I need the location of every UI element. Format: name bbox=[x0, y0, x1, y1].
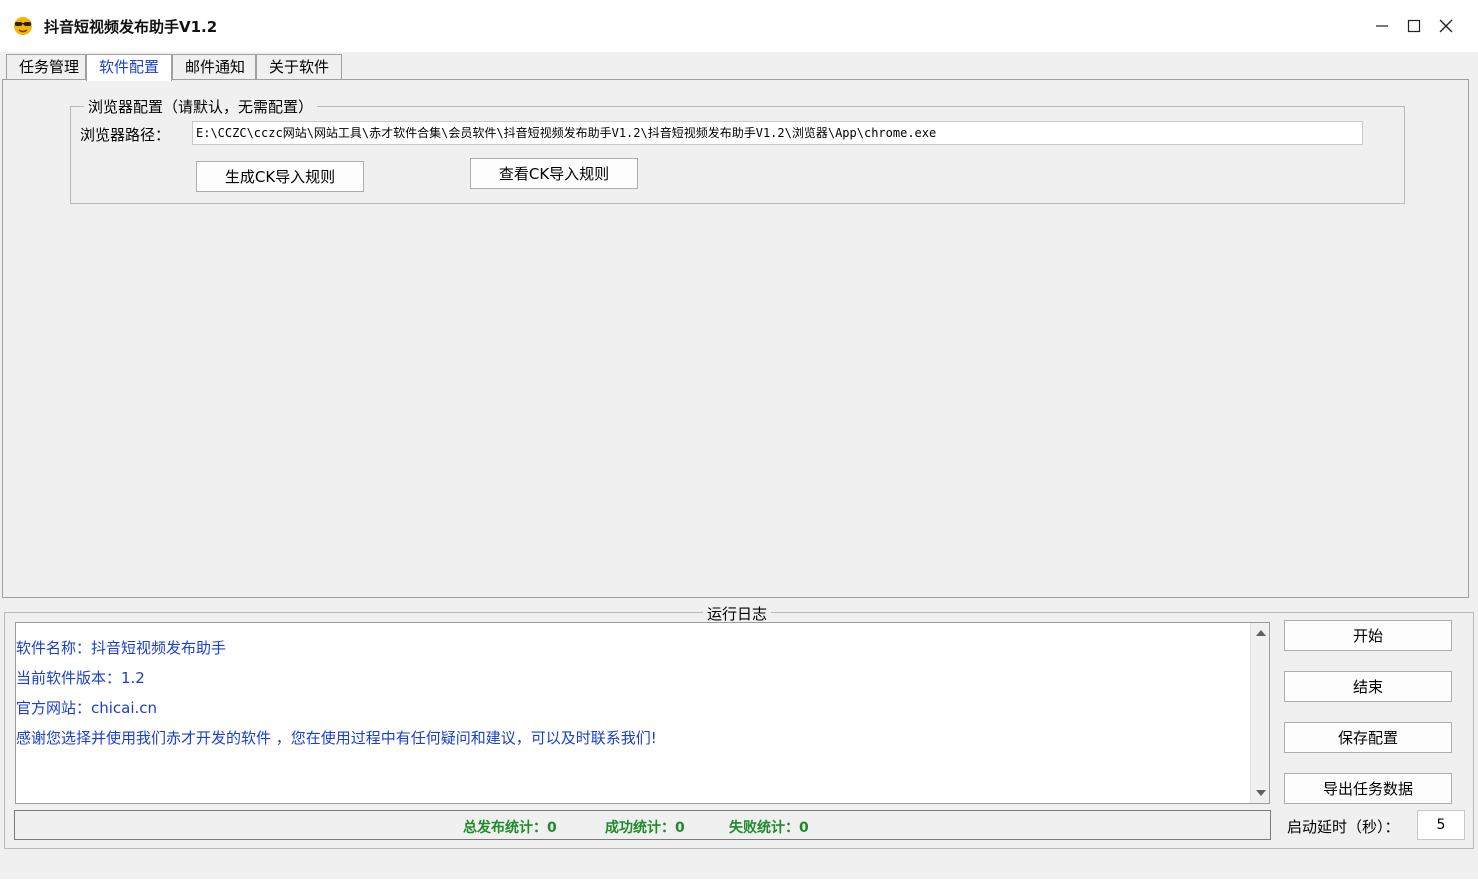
success-stat: 成功统计：0 bbox=[605, 820, 685, 836]
minimize-icon bbox=[1376, 25, 1388, 27]
export-tasks-button[interactable]: 导出任务数据 bbox=[1284, 773, 1452, 804]
minimize-button[interactable] bbox=[1366, 10, 1398, 42]
log-line: 官方网站：chicai.cn bbox=[16, 699, 158, 717]
tab-email-notify[interactable]: 邮件通知 bbox=[172, 54, 256, 80]
close-icon bbox=[1439, 19, 1453, 33]
maximize-icon bbox=[1407, 19, 1421, 33]
log-line: 软件名称：抖音短视频发布助手 bbox=[16, 639, 227, 657]
window-bottom-edge bbox=[0, 879, 1478, 891]
tab-label: 邮件通知 bbox=[185, 58, 246, 76]
tab-about[interactable]: 关于软件 bbox=[256, 54, 342, 80]
stats-bar: 总发布统计：0 成功统计：0 失败统计：0 bbox=[14, 810, 1271, 840]
tab-label: 关于软件 bbox=[269, 58, 330, 76]
triangle-down-icon bbox=[1255, 790, 1266, 796]
close-button[interactable] bbox=[1430, 10, 1462, 42]
log-title: 运行日志 bbox=[703, 603, 772, 624]
log-textarea[interactable]: 软件名称：抖音短视频发布助手 当前软件版本：1.2 官方网站：chicai.cn… bbox=[15, 622, 1270, 804]
app-window: 抖音短视频发布助手V1.2 任务管理 软件配置 邮件通知 关于软件 浏览器配置（… bbox=[0, 0, 1478, 891]
tab-task-management[interactable]: 任务管理 bbox=[6, 54, 86, 80]
log-scrollbar[interactable] bbox=[1250, 623, 1269, 803]
start-button[interactable]: 开始 bbox=[1284, 620, 1452, 651]
scroll-down-button[interactable] bbox=[1251, 783, 1270, 803]
title-bar: 抖音短视频发布助手V1.2 bbox=[0, 0, 1478, 52]
scroll-up-button[interactable] bbox=[1251, 623, 1270, 643]
browser-path-label: 浏览器路径： bbox=[80, 126, 171, 144]
start-delay-label: 启动延时（秒）： bbox=[1287, 818, 1400, 836]
browser-path-input[interactable]: E:\CCZC\cczc网站\网站工具\赤才软件合集\会员软件\抖音短视频发布助… bbox=[192, 121, 1363, 145]
tab-label: 软件配置 bbox=[99, 58, 160, 76]
log-line: 感谢您选择并使用我们赤才开发的软件 ，您在使用过程中有任何疑问和建议，可以及时联… bbox=[16, 729, 657, 747]
maximize-button[interactable] bbox=[1398, 10, 1430, 42]
start-delay-input[interactable]: 5 bbox=[1417, 810, 1465, 840]
generate-ck-button[interactable]: 生成CK导入规则 bbox=[196, 161, 364, 192]
log-line: 当前软件版本：1.2 bbox=[16, 669, 145, 687]
tab-label: 任务管理 bbox=[19, 58, 80, 76]
stop-button[interactable]: 结束 bbox=[1284, 671, 1452, 702]
view-ck-button[interactable]: 查看CK导入规则 bbox=[470, 158, 638, 189]
failed-stat: 失败统计：0 bbox=[729, 820, 809, 836]
window-title: 抖音短视频发布助手V1.2 bbox=[44, 18, 218, 36]
sunglasses-emoji-icon bbox=[12, 16, 34, 36]
save-config-button[interactable]: 保存配置 bbox=[1284, 722, 1452, 753]
tab-software-config[interactable]: 软件配置 bbox=[86, 54, 172, 81]
triangle-up-icon bbox=[1255, 630, 1266, 636]
total-publish-stat: 总发布统计：0 bbox=[463, 820, 557, 836]
browser-config-title: 浏览器配置（请默认，无需配置） bbox=[84, 96, 318, 117]
